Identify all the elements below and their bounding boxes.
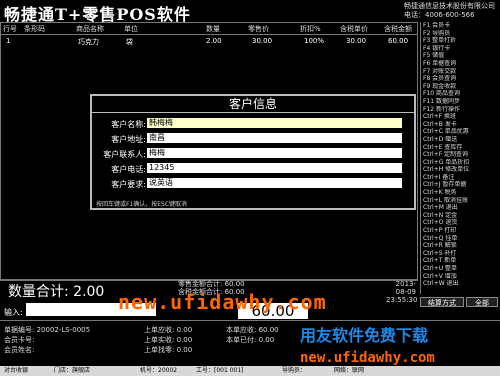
current-paid: 本单已付: 0.00 (226, 336, 275, 344)
shortcut-item[interactable]: Ctrl+K 税务 (421, 189, 500, 197)
time: 23:55:30 (386, 296, 418, 304)
member-name: 会员姓名: (4, 346, 35, 354)
shortcut-item[interactable]: Ctrl+C 单品优惠 (421, 128, 500, 136)
col-header: 数量 (206, 25, 220, 33)
quantity-total: 数量合计: 2.00 (8, 281, 104, 301)
customer-name-field[interactable]: 韩梅梅 (147, 118, 402, 128)
shortcut-item[interactable]: F2 导购员 (421, 30, 500, 38)
table-header: 行号 条形码 商品名称 单位 数量 零售价 折扣% 含税单价 含税金额 (0, 22, 418, 35)
shortcut-item[interactable]: F11 数据同步 (421, 98, 500, 106)
shortcut-item[interactable]: Ctrl+P 打印 (421, 227, 500, 235)
col-header: 零售价 (248, 25, 269, 33)
col-header: 折扣% (300, 25, 321, 33)
customer-name-label: 客户名称: (111, 120, 146, 129)
row-product: 巧克力 (78, 38, 99, 46)
shortcut-item[interactable]: Ctrl+S 补打 (421, 250, 500, 258)
status-bar: 对台收银 门店：旗舰店 机号：20002 工号：[001 001] 导购员： 网… (0, 366, 500, 376)
current-due: 本单应收: 60.00 (226, 326, 279, 334)
shortcut-item[interactable]: F4 银行卡 (421, 45, 500, 53)
datetime: 2013-08-09 23:55:30 (386, 280, 418, 304)
shortcut-item[interactable]: Ctrl+I 备注 (421, 174, 500, 182)
input-label: 输入: (4, 308, 23, 317)
shortcut-item[interactable]: Ctrl+T 新单 (421, 257, 500, 265)
qty-value: 2.00 (73, 284, 105, 300)
customer-contact-label: 客户联系人: (103, 150, 146, 159)
shortcut-panel: F1 会员卡 F2 导购员 F3 整单打折 F4 银行卡 F5 储值 F6 单据查询 F7 … (420, 22, 500, 294)
all-button[interactable]: 全部 (466, 297, 498, 307)
row-tax-amount: 60.00 (388, 37, 409, 45)
customer-address-field[interactable]: 南昌 (147, 133, 402, 143)
shortcut-item[interactable]: Ctrl+H 修改单位 (421, 166, 500, 174)
prev-paid: 上单实收: 0.00 (144, 336, 193, 344)
prev-due: 上单应收: 0.00 (144, 326, 193, 334)
row-tax-price: 30.00 (346, 37, 367, 45)
customer-info-dialog: 客户信息 客户名称: 韩梅梅 客户地址: 南昌 客户联系人: 梅梅 客户电话: … (90, 94, 416, 210)
col-header: 含税单价 (340, 25, 368, 33)
col-header: 商品名称 (76, 25, 104, 33)
retail-total: 零售金额合计: 60.00 (178, 280, 245, 288)
customer-address-label: 客户地址: (111, 135, 146, 144)
dialog-title: 客户信息 (92, 96, 414, 113)
company-info: 畅捷通信息技术股份有限公司 电话：4006-600-566 (404, 2, 495, 20)
row-price: 30.00 (252, 37, 273, 45)
customer-phone-label: 客户电话: (111, 165, 146, 174)
status-store: 门店：旗舰店 (54, 367, 91, 374)
row-discount: 100% (304, 37, 325, 45)
customer-request-field[interactable]: 说英语 (147, 178, 402, 188)
qty-label: 数量合计: (8, 284, 69, 300)
shortcut-item[interactable]: Ctrl+E 查库存 (421, 144, 500, 152)
customer-request-label: 客户要求: (111, 180, 146, 189)
customer-phone-field[interactable]: 12345 (147, 163, 402, 173)
row-qty: 2.00 (206, 37, 222, 45)
shortcut-item[interactable]: F12 新行操作 (421, 106, 500, 114)
shortcut-item[interactable]: Ctrl+M 退出 (421, 204, 500, 212)
shortcut-item[interactable]: Ctrl+G 单品折扣 (421, 159, 500, 167)
company-phone: 电话：4006-600-566 (404, 11, 475, 19)
shortcut-item[interactable]: Ctrl+N 定金 (421, 212, 500, 220)
shortcut-item[interactable]: Ctrl+J 暂存单据 (421, 181, 500, 189)
customer-contact-field[interactable]: 梅梅 (147, 148, 402, 158)
table-row[interactable]: 1 巧克力 袋 2.00 30.00 100% 30.00 60.00 (0, 35, 418, 46)
shortcut-item[interactable]: Ctrl+F 定制查询 (421, 151, 500, 159)
shortcut-item[interactable]: Ctrl+D 赠送 (421, 136, 500, 144)
shortcut-item[interactable]: F8 会员查询 (421, 75, 500, 83)
watermark-url-bottom: new.ufidawhy.com (300, 350, 435, 366)
shortcut-item[interactable]: F6 单据查询 (421, 60, 500, 68)
date: 2013-08-09 (395, 280, 416, 296)
shortcut-item[interactable]: F5 储值 (421, 52, 500, 60)
shortcut-item[interactable]: Ctrl+L 取消挂账 (421, 197, 500, 205)
shortcut-item[interactable]: Ctrl+O 退货 (421, 219, 500, 227)
row-number: 1 (6, 37, 11, 45)
watermark-brand: 用友软件免费下载 (300, 326, 429, 345)
status-employee: 工号：[001 001] (196, 367, 244, 374)
shortcut-item[interactable]: Ctrl+B 发卡 (421, 121, 500, 129)
shortcut-item[interactable]: F9 现金收款 (421, 83, 500, 91)
shortcut-item[interactable]: F10 商品查询 (421, 90, 500, 98)
status-guide: 导购员： (282, 367, 307, 374)
company-name: 畅捷通信息技术股份有限公司 (404, 2, 495, 10)
shortcut-item[interactable]: Ctrl+U 整单 (421, 265, 500, 273)
shortcut-item[interactable]: Ctrl+W 退出 (421, 280, 500, 288)
doc-number: 单据编号: 20002-LS-0005 (4, 326, 91, 334)
col-header: 单位 (124, 25, 138, 33)
status-mode: 对台收银 (4, 367, 29, 374)
shortcut-item[interactable]: Ctrl+R 解锁 (421, 242, 500, 250)
shortcut-item[interactable]: Ctrl+Q 挂单 (421, 235, 500, 243)
status-network: 网络：联网 (334, 367, 365, 374)
dialog-hint: 按回车键或F1确认，按ESC键取消 (96, 201, 188, 208)
shortcut-item[interactable]: F7 对账交款 (421, 68, 500, 76)
row-unit: 袋 (126, 38, 133, 46)
status-machine: 机号：20002 (140, 367, 178, 374)
shortcut-item[interactable]: F1 会员卡 (421, 22, 500, 30)
shortcut-item[interactable]: Ctrl+F 换班 (421, 113, 500, 121)
col-header: 行号 (3, 25, 17, 33)
watermark-url-top: new.ufidawhy.com (118, 290, 327, 314)
col-header: 条形码 (24, 25, 45, 33)
shortcut-item[interactable]: F3 整单打折 (421, 37, 500, 45)
member-card: 会员卡号: (4, 336, 35, 344)
shortcut-item[interactable]: Ctrl+V 增加 (421, 273, 500, 281)
col-header: 含税金额 (384, 25, 412, 33)
settle-method-button[interactable]: 结算方式 (420, 297, 464, 307)
prev-change: 上单找零: 0.00 (144, 346, 193, 354)
